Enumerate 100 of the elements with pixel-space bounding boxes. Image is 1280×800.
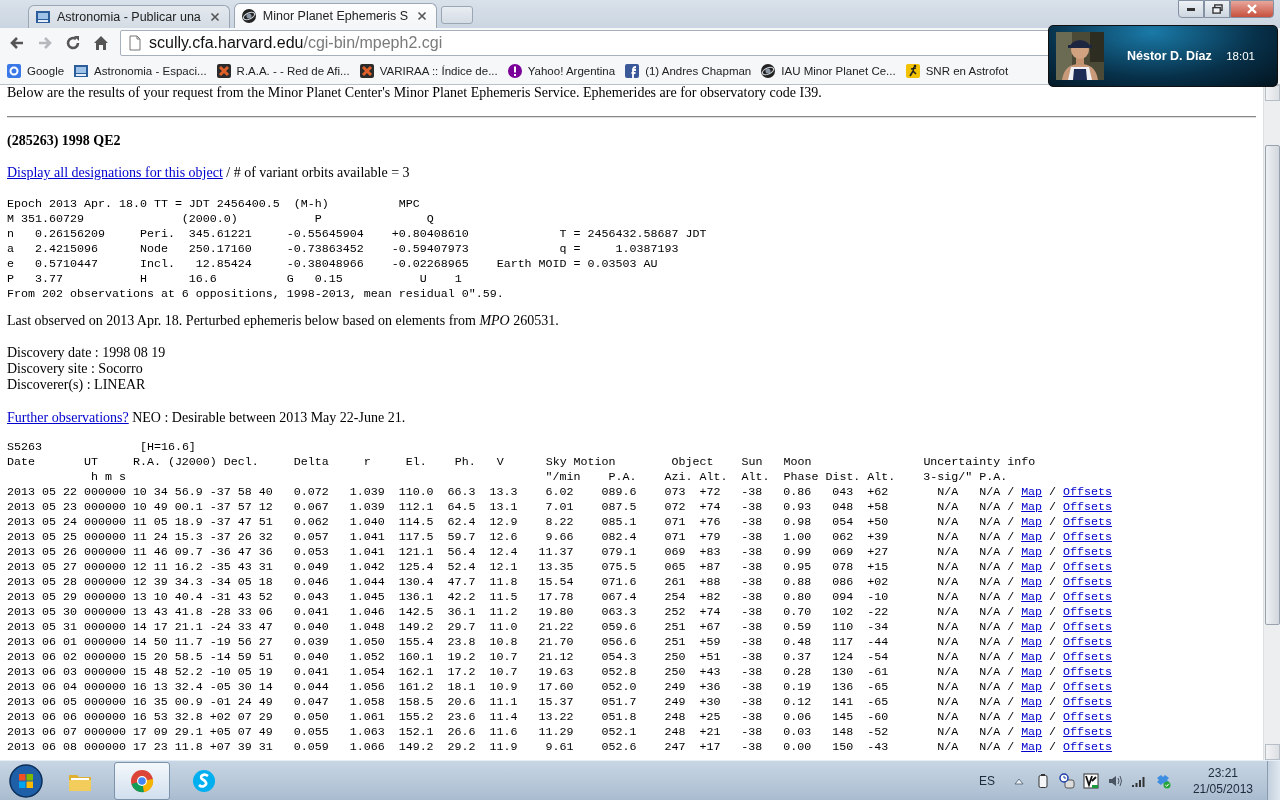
map-link[interactable]: Map xyxy=(1021,515,1043,529)
link-separator: / xyxy=(1007,725,1015,739)
further-observations-link[interactable]: Further observations? xyxy=(7,410,129,425)
map-link[interactable]: Map xyxy=(1021,500,1043,514)
table-cell-text: 1.066 xyxy=(348,740,385,755)
table-cell-text: 12.1 xyxy=(488,560,518,575)
offsets-link[interactable]: Offsets xyxy=(1063,740,1113,754)
scrollbar[interactable] xyxy=(1263,85,1280,760)
bookmark[interactable]: R.A.A. - - Red de Afi... xyxy=(215,63,350,79)
social-logo-icon xyxy=(624,63,641,79)
offsets-link[interactable]: Offsets xyxy=(1063,560,1113,574)
taskbar-button[interactable] xyxy=(114,761,170,800)
offsets-link[interactable]: Offsets xyxy=(1063,650,1113,664)
table-cell-text: 15 48 52.2 xyxy=(131,665,203,680)
offsets-link[interactable]: Offsets xyxy=(1063,515,1113,529)
table-cell-text: 071 xyxy=(663,515,686,530)
map-link[interactable]: Map xyxy=(1021,545,1043,559)
table-cell-text: -38 xyxy=(740,560,763,575)
table-cell-text: 18.1 xyxy=(446,680,476,695)
table-cell-text: -38 xyxy=(740,680,763,695)
table-cell-text: N/A xyxy=(936,620,959,635)
offsets-link[interactable]: Offsets xyxy=(1063,545,1113,559)
table-cell-text: 071 xyxy=(663,530,686,545)
offsets-link[interactable]: Offsets xyxy=(1063,710,1113,724)
map-link[interactable]: Map xyxy=(1021,575,1043,589)
table-cell-text: +27 xyxy=(866,545,889,560)
bookmark[interactable]: Yahoo! Argentina xyxy=(506,63,616,79)
column-header: Alt. xyxy=(741,470,770,485)
table-cell-text: -14 59 51 xyxy=(208,650,273,665)
table-cell-text: 0.047 xyxy=(292,695,329,710)
map-link[interactable]: Map xyxy=(1021,650,1043,664)
minimize-icon xyxy=(1187,7,1195,11)
offsets-link[interactable]: Offsets xyxy=(1063,695,1113,709)
bookmark[interactable]: IAU Minor Planet Ce... xyxy=(760,63,896,79)
table-cell-text: 145 xyxy=(831,710,854,725)
browser-tab[interactable]: Astronomia - Publicar una xyxy=(28,5,230,28)
map-link[interactable]: Map xyxy=(1021,560,1043,574)
table-cell-text: 21.70 xyxy=(537,635,574,650)
map-link[interactable]: Map xyxy=(1021,740,1043,754)
map-link[interactable]: Map xyxy=(1021,485,1043,499)
notification-toast[interactable]: Néstor D. Díaz 18:01 xyxy=(1048,25,1278,87)
bookmark[interactable]: SNR en Astrofot xyxy=(904,63,1009,79)
map-link[interactable]: Map xyxy=(1021,605,1043,619)
bookmark[interactable]: VARIRAA :: Índice de... xyxy=(358,63,498,79)
offsets-link[interactable]: Offsets xyxy=(1063,620,1113,634)
table-cell-text: 124 xyxy=(831,650,854,665)
table-cell-text: -31 43 52 xyxy=(208,590,273,605)
offsets-link[interactable]: Offsets xyxy=(1063,725,1113,739)
minimize-button[interactable] xyxy=(1178,0,1204,18)
clock-date[interactable]: 21/05/2013 xyxy=(1192,780,1253,797)
bookmark[interactable]: Astronomia - Espaci... xyxy=(73,63,207,79)
map-link[interactable]: Map xyxy=(1021,665,1043,679)
map-link[interactable]: Map xyxy=(1021,695,1043,709)
table-cell-text: N/A xyxy=(936,710,959,725)
table-cell-text: 17.2 xyxy=(446,665,476,680)
offsets-link[interactable]: Offsets xyxy=(1063,665,1113,679)
clock-time[interactable]: 23:21 xyxy=(1207,764,1238,781)
table-cell-text: -38 xyxy=(740,590,763,605)
close-button[interactable] xyxy=(1230,0,1274,18)
table-cell-text: 12 11 16.2 xyxy=(131,560,203,575)
map-link[interactable]: Map xyxy=(1021,590,1043,604)
map-link[interactable]: Map xyxy=(1021,725,1043,739)
map-link[interactable]: Map xyxy=(1021,710,1043,724)
offsets-link[interactable]: Offsets xyxy=(1063,590,1113,604)
offsets-link[interactable]: Offsets xyxy=(1063,605,1113,619)
offsets-link[interactable]: Offsets xyxy=(1063,485,1113,499)
bookmark[interactable]: (1) Andres Chapman xyxy=(624,63,752,79)
table-cell-text: -43 xyxy=(866,740,889,755)
language-indicator[interactable]: ES xyxy=(978,773,995,788)
scroll-up-button[interactable] xyxy=(1264,85,1280,101)
start-button[interactable] xyxy=(6,761,46,800)
home-button[interactable] xyxy=(92,34,110,52)
maximize-button[interactable] xyxy=(1204,0,1230,18)
table-cell-text: N/A xyxy=(936,680,959,695)
offsets-link[interactable]: Offsets xyxy=(1063,680,1113,694)
link-separator: / xyxy=(1007,620,1015,634)
map-link[interactable]: Map xyxy=(1021,635,1043,649)
offsets-link[interactable]: Offsets xyxy=(1063,575,1113,589)
browser-tab[interactable]: Minor Planet Ephemeris S xyxy=(233,3,438,28)
table-cell-text: 0.59 xyxy=(782,620,812,635)
reload-button[interactable] xyxy=(64,34,82,52)
bookmark[interactable]: Google xyxy=(6,63,65,79)
table-cell-text: 11.6 xyxy=(488,725,518,740)
offsets-link[interactable]: Offsets xyxy=(1063,500,1113,514)
map-link[interactable]: Map xyxy=(1021,530,1043,544)
table-cell-text: -38 xyxy=(740,650,763,665)
table-cell-text: 0.039 xyxy=(292,635,329,650)
table-cell-text: 102 xyxy=(831,605,854,620)
clock-icon[interactable] xyxy=(1058,772,1075,789)
table-cell-text: 29.2 xyxy=(446,740,476,755)
map-link[interactable]: Map xyxy=(1021,680,1043,694)
offsets-link[interactable]: Offsets xyxy=(1063,530,1113,544)
table-cell-text: 20.6 xyxy=(446,695,476,710)
table-cell-text: 6.02 xyxy=(544,485,574,500)
link-separator: / xyxy=(1049,560,1057,574)
map-link[interactable]: Map xyxy=(1021,620,1043,634)
designations-link[interactable]: Display all designations for this object xyxy=(7,165,223,180)
scroll-thumb[interactable] xyxy=(1264,145,1280,625)
offsets-link[interactable]: Offsets xyxy=(1063,635,1113,649)
chart-app-icon[interactable] xyxy=(1082,772,1099,789)
